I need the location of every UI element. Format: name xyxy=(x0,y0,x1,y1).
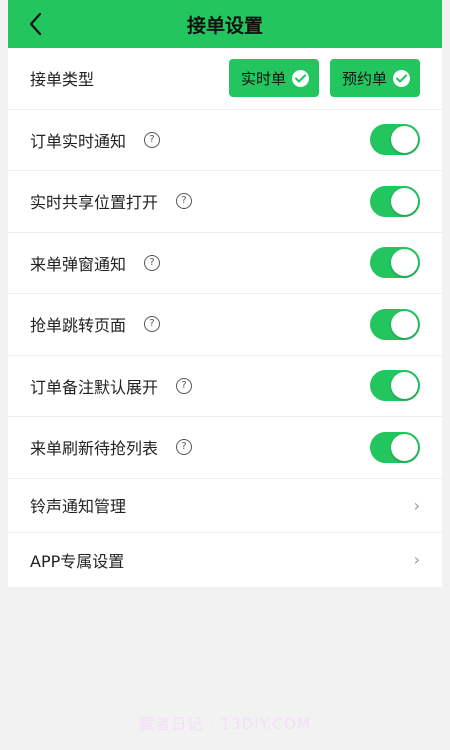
check-icon xyxy=(291,69,309,87)
realtime-order-button[interactable]: 实时单 xyxy=(228,59,319,98)
back-button[interactable] xyxy=(22,10,50,38)
setting-label: 抢单跳转页面 xyxy=(30,316,127,336)
link-row-ringtone[interactable]: 铃声通知管理 › xyxy=(8,479,442,533)
toggle-knob xyxy=(391,372,418,400)
help-icon[interactable]: ? xyxy=(176,377,193,394)
help-icon[interactable]: ? xyxy=(144,254,161,271)
toggle-switch[interactable] xyxy=(370,431,420,463)
chevron-right-icon: › xyxy=(413,550,420,569)
toggle-knob xyxy=(391,187,418,215)
settings-list: 接单类型 实时单 预约单 订单实时通知 ? 实时共享位置打开 ? 来单弹窗通知 … xyxy=(8,48,442,587)
reserved-order-label: 预约单 xyxy=(341,69,387,88)
setting-label: 来单刷新待抢列表 xyxy=(30,439,159,459)
settings-screen: 接单设置 接单类型 实时单 预约单 订单实时通知 ? 实时共享位置打开 ? 来单… xyxy=(8,0,442,750)
help-icon[interactable]: ? xyxy=(176,193,193,210)
toggle-knob xyxy=(391,249,418,277)
chevron-left-icon xyxy=(29,12,42,36)
toggle-switch[interactable] xyxy=(370,370,420,402)
watermark: 藏者日记 · 13DIY.COM xyxy=(139,715,311,733)
setting-label: 订单实时通知 xyxy=(30,131,127,151)
order-type-row: 接单类型 实时单 预约单 xyxy=(8,48,442,110)
help-icon[interactable]: ? xyxy=(176,439,193,456)
toggle-row-refresh-list: 来单刷新待抢列表 ? xyxy=(8,417,442,479)
toggle-switch[interactable] xyxy=(370,124,420,156)
toggle-switch[interactable] xyxy=(370,247,420,279)
reserved-order-button[interactable]: 预约单 xyxy=(329,59,420,98)
toggle-knob xyxy=(391,310,418,338)
setting-label: 来单弹窗通知 xyxy=(30,254,127,274)
chevron-right-icon: › xyxy=(413,495,420,515)
toggle-row-remark-expand: 订单备注默认展开 ? xyxy=(8,356,442,417)
toggle-row-grab-jump: 抢单跳转页面 ? xyxy=(8,294,442,356)
setting-label: 订单备注默认展开 xyxy=(30,377,159,397)
link-row-app-settings[interactable]: APP专属设置 › xyxy=(8,533,442,587)
toggle-row-share-location: 实时共享位置打开 ? xyxy=(8,171,442,233)
page-title: 接单设置 xyxy=(186,14,263,37)
realtime-order-label: 实时单 xyxy=(240,69,286,88)
check-icon xyxy=(393,69,410,87)
setting-label: 实时共享位置打开 xyxy=(30,193,159,213)
toggle-switch[interactable] xyxy=(370,308,420,340)
help-icon[interactable]: ? xyxy=(144,316,161,333)
setting-label: APP专属设置 xyxy=(30,551,125,571)
help-icon[interactable]: ? xyxy=(144,131,161,148)
toggle-row-popup-notify: 来单弹窗通知 ? xyxy=(8,233,442,294)
toggle-row-realtime-notify: 订单实时通知 ? xyxy=(8,110,442,171)
order-type-label: 接单类型 xyxy=(30,70,95,90)
toggle-knob xyxy=(391,433,418,461)
toggle-knob xyxy=(391,126,418,154)
setting-label: 铃声通知管理 xyxy=(30,497,127,516)
toggle-switch[interactable] xyxy=(370,185,420,217)
header-bar: 接单设置 xyxy=(8,0,442,48)
